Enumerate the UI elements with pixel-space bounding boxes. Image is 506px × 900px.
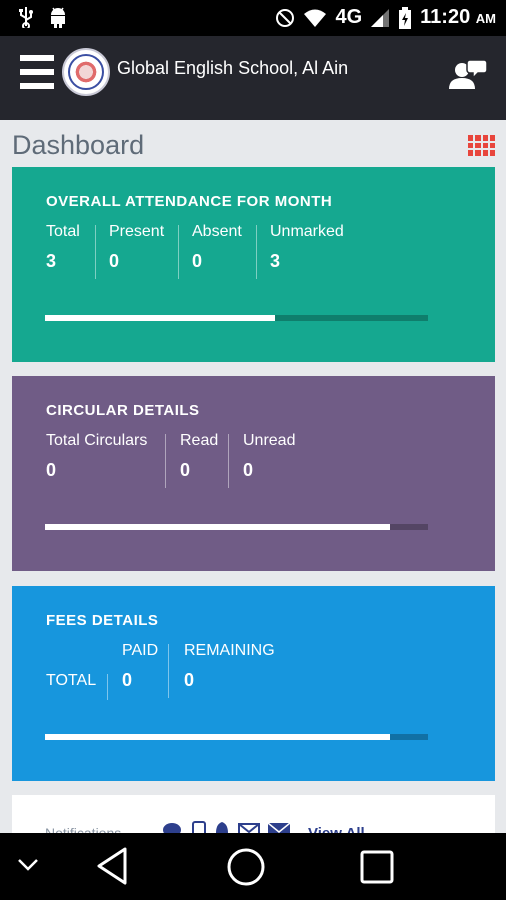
- android-icon: [51, 7, 65, 28]
- divider: [95, 225, 96, 279]
- notifications-card[interactable]: Notifications View All: [12, 795, 495, 833]
- stat-value: 0: [122, 670, 133, 690]
- attendance-absent: Absent 0: [192, 223, 242, 277]
- fees-title: FEES DETAILS: [46, 612, 159, 629]
- attendance-progress-bar: [45, 315, 428, 321]
- bell-icon[interactable]: [214, 821, 230, 833]
- network-type: 4G: [335, 6, 363, 28]
- divider: [165, 434, 166, 488]
- fees-paid: PAID 0: [122, 642, 158, 696]
- progress-fill: [45, 524, 390, 530]
- phone-icon[interactable]: [192, 821, 206, 833]
- dashboard-content[interactable]: Dashboard OVERALL ATTENDANCE FOR MONTH T…: [0, 120, 506, 833]
- attendance-total: Total 3: [46, 223, 80, 277]
- circular-title: CIRCULAR DETAILS: [46, 402, 200, 419]
- stat-value: 3: [270, 251, 281, 271]
- system-nav-bar: [0, 833, 506, 900]
- progress-fill: [45, 734, 390, 740]
- fees-card[interactable]: FEES DETAILS TOTAL PAID 0 REMAINING 0: [12, 586, 495, 781]
- chevron-down-icon[interactable]: [16, 857, 40, 873]
- mail-filled-icon[interactable]: [268, 823, 290, 833]
- stat-label: REMAINING: [184, 642, 275, 659]
- attendance-title: OVERALL ATTENDANCE FOR MONTH: [46, 193, 333, 210]
- wifi-icon: [304, 9, 327, 27]
- fees-row-label: TOTAL: [46, 672, 96, 726]
- progress-fill: [45, 315, 275, 321]
- mail-outline-icon[interactable]: [238, 823, 260, 833]
- stat-value: 0: [180, 460, 191, 480]
- divider: [256, 225, 257, 279]
- stat-value: 0: [109, 251, 120, 271]
- notifications-label: Notifications: [45, 825, 122, 833]
- school-name: Global English School, Al Ain: [117, 58, 349, 78]
- stat-label: Present: [109, 223, 165, 240]
- view-all-link[interactable]: View All: [308, 825, 365, 833]
- circular-read: Read 0: [180, 432, 218, 486]
- user-chat-icon[interactable]: [448, 56, 488, 92]
- circular-card[interactable]: CIRCULAR DETAILS Total Circulars 0 Read …: [12, 376, 495, 571]
- stat-value: 3: [46, 251, 57, 271]
- back-icon[interactable]: [96, 847, 128, 885]
- notification-type-icons: [162, 821, 290, 833]
- stat-value: 0: [184, 670, 195, 690]
- circular-total: Total Circulars 0: [46, 432, 147, 486]
- usb-icon: [19, 7, 33, 28]
- clock: 11:20 AM: [420, 6, 496, 28]
- divider: [228, 434, 229, 488]
- battery-icon: [399, 6, 412, 29]
- stat-label: PAID: [122, 642, 159, 659]
- grid-view-icon[interactable]: [468, 135, 495, 156]
- chat-icon[interactable]: [162, 822, 184, 833]
- fees-progress-bar: [45, 734, 428, 740]
- attendance-card[interactable]: OVERALL ATTENDANCE FOR MONTH Total 3 Pre…: [12, 167, 495, 362]
- fees-remaining: REMAINING 0: [184, 642, 275, 696]
- divider: [107, 674, 108, 700]
- page-title: Dashboard: [12, 130, 145, 160]
- stat-label: Unread: [243, 432, 296, 449]
- attendance-unmarked: Unmarked 3: [270, 223, 344, 277]
- hamburger-menu-icon[interactable]: [20, 55, 54, 89]
- fees-total-label: TOTAL: [46, 672, 97, 689]
- stat-label: Total: [46, 223, 80, 240]
- divider: [168, 644, 169, 698]
- stat-value: 0: [243, 460, 254, 480]
- circular-progress-bar: [45, 524, 428, 530]
- stat-value: 0: [46, 460, 57, 480]
- app-bar: Global English School, Al Ain: [0, 36, 506, 120]
- recents-icon[interactable]: [360, 850, 394, 884]
- school-logo: [62, 48, 110, 96]
- signal-icon: [371, 8, 390, 27]
- divider: [178, 225, 179, 279]
- stat-label: Read: [180, 432, 219, 449]
- do-not-disturb-icon: [276, 8, 295, 27]
- stat-value: 0: [192, 251, 203, 271]
- stat-label: Absent: [192, 223, 242, 240]
- circular-unread: Unread 0: [243, 432, 295, 486]
- status-bar: 4G 11:20 AM: [0, 0, 506, 36]
- stat-label: Total Circulars: [46, 432, 148, 449]
- stat-label: Unmarked: [270, 223, 344, 240]
- home-icon[interactable]: [226, 847, 266, 887]
- attendance-present: Present 0: [109, 223, 164, 277]
